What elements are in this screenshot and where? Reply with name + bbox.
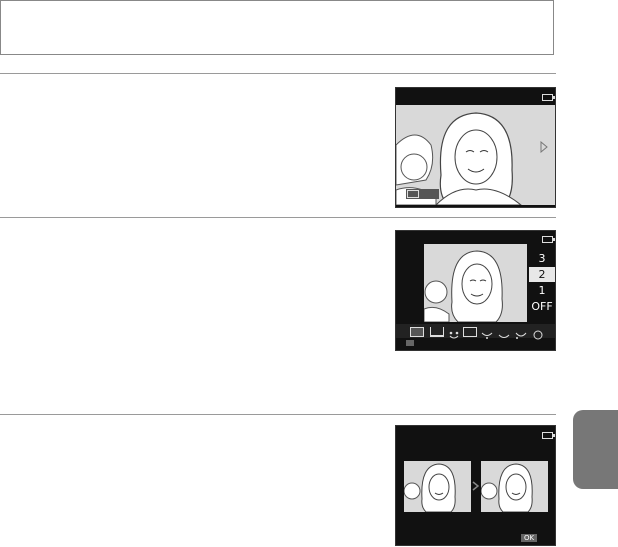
photo-after bbox=[481, 461, 548, 512]
battery-icon bbox=[542, 236, 555, 243]
all-icon[interactable] bbox=[410, 327, 424, 337]
battery-icon bbox=[542, 432, 555, 439]
skin-icon[interactable] bbox=[514, 327, 528, 339]
ok-button-badge bbox=[406, 189, 439, 199]
header-box bbox=[0, 0, 554, 55]
cheek-icon[interactable] bbox=[480, 327, 494, 339]
battery-icon bbox=[542, 94, 555, 101]
playback-screen bbox=[395, 87, 556, 208]
next-arrow-icon[interactable] bbox=[540, 141, 548, 153]
effect-icon-bar bbox=[396, 324, 555, 340]
smile-icon[interactable] bbox=[447, 327, 461, 339]
face-icon[interactable] bbox=[430, 327, 444, 337]
compare-arrow-icon bbox=[472, 481, 479, 491]
retouch-screen: 3 2 1 OFF bbox=[395, 230, 556, 351]
divider bbox=[0, 73, 556, 74]
photo-portrait bbox=[424, 244, 527, 322]
photo-before bbox=[404, 461, 471, 512]
level-option-selected[interactable]: 2 bbox=[529, 267, 555, 282]
mouth-icon[interactable] bbox=[497, 327, 511, 338]
level-option[interactable]: 1 bbox=[529, 283, 555, 298]
divider bbox=[0, 414, 556, 415]
divider bbox=[0, 217, 556, 218]
menu-badge bbox=[406, 340, 414, 346]
level-option[interactable]: OFF bbox=[529, 299, 555, 314]
chapter-tab bbox=[573, 410, 618, 489]
eyes-icon[interactable] bbox=[463, 327, 477, 337]
glow-icon[interactable] bbox=[531, 327, 545, 340]
level-option[interactable]: 3 bbox=[529, 251, 555, 266]
compare-screen: OK bbox=[395, 425, 556, 546]
ok-button-badge: OK bbox=[521, 534, 537, 542]
